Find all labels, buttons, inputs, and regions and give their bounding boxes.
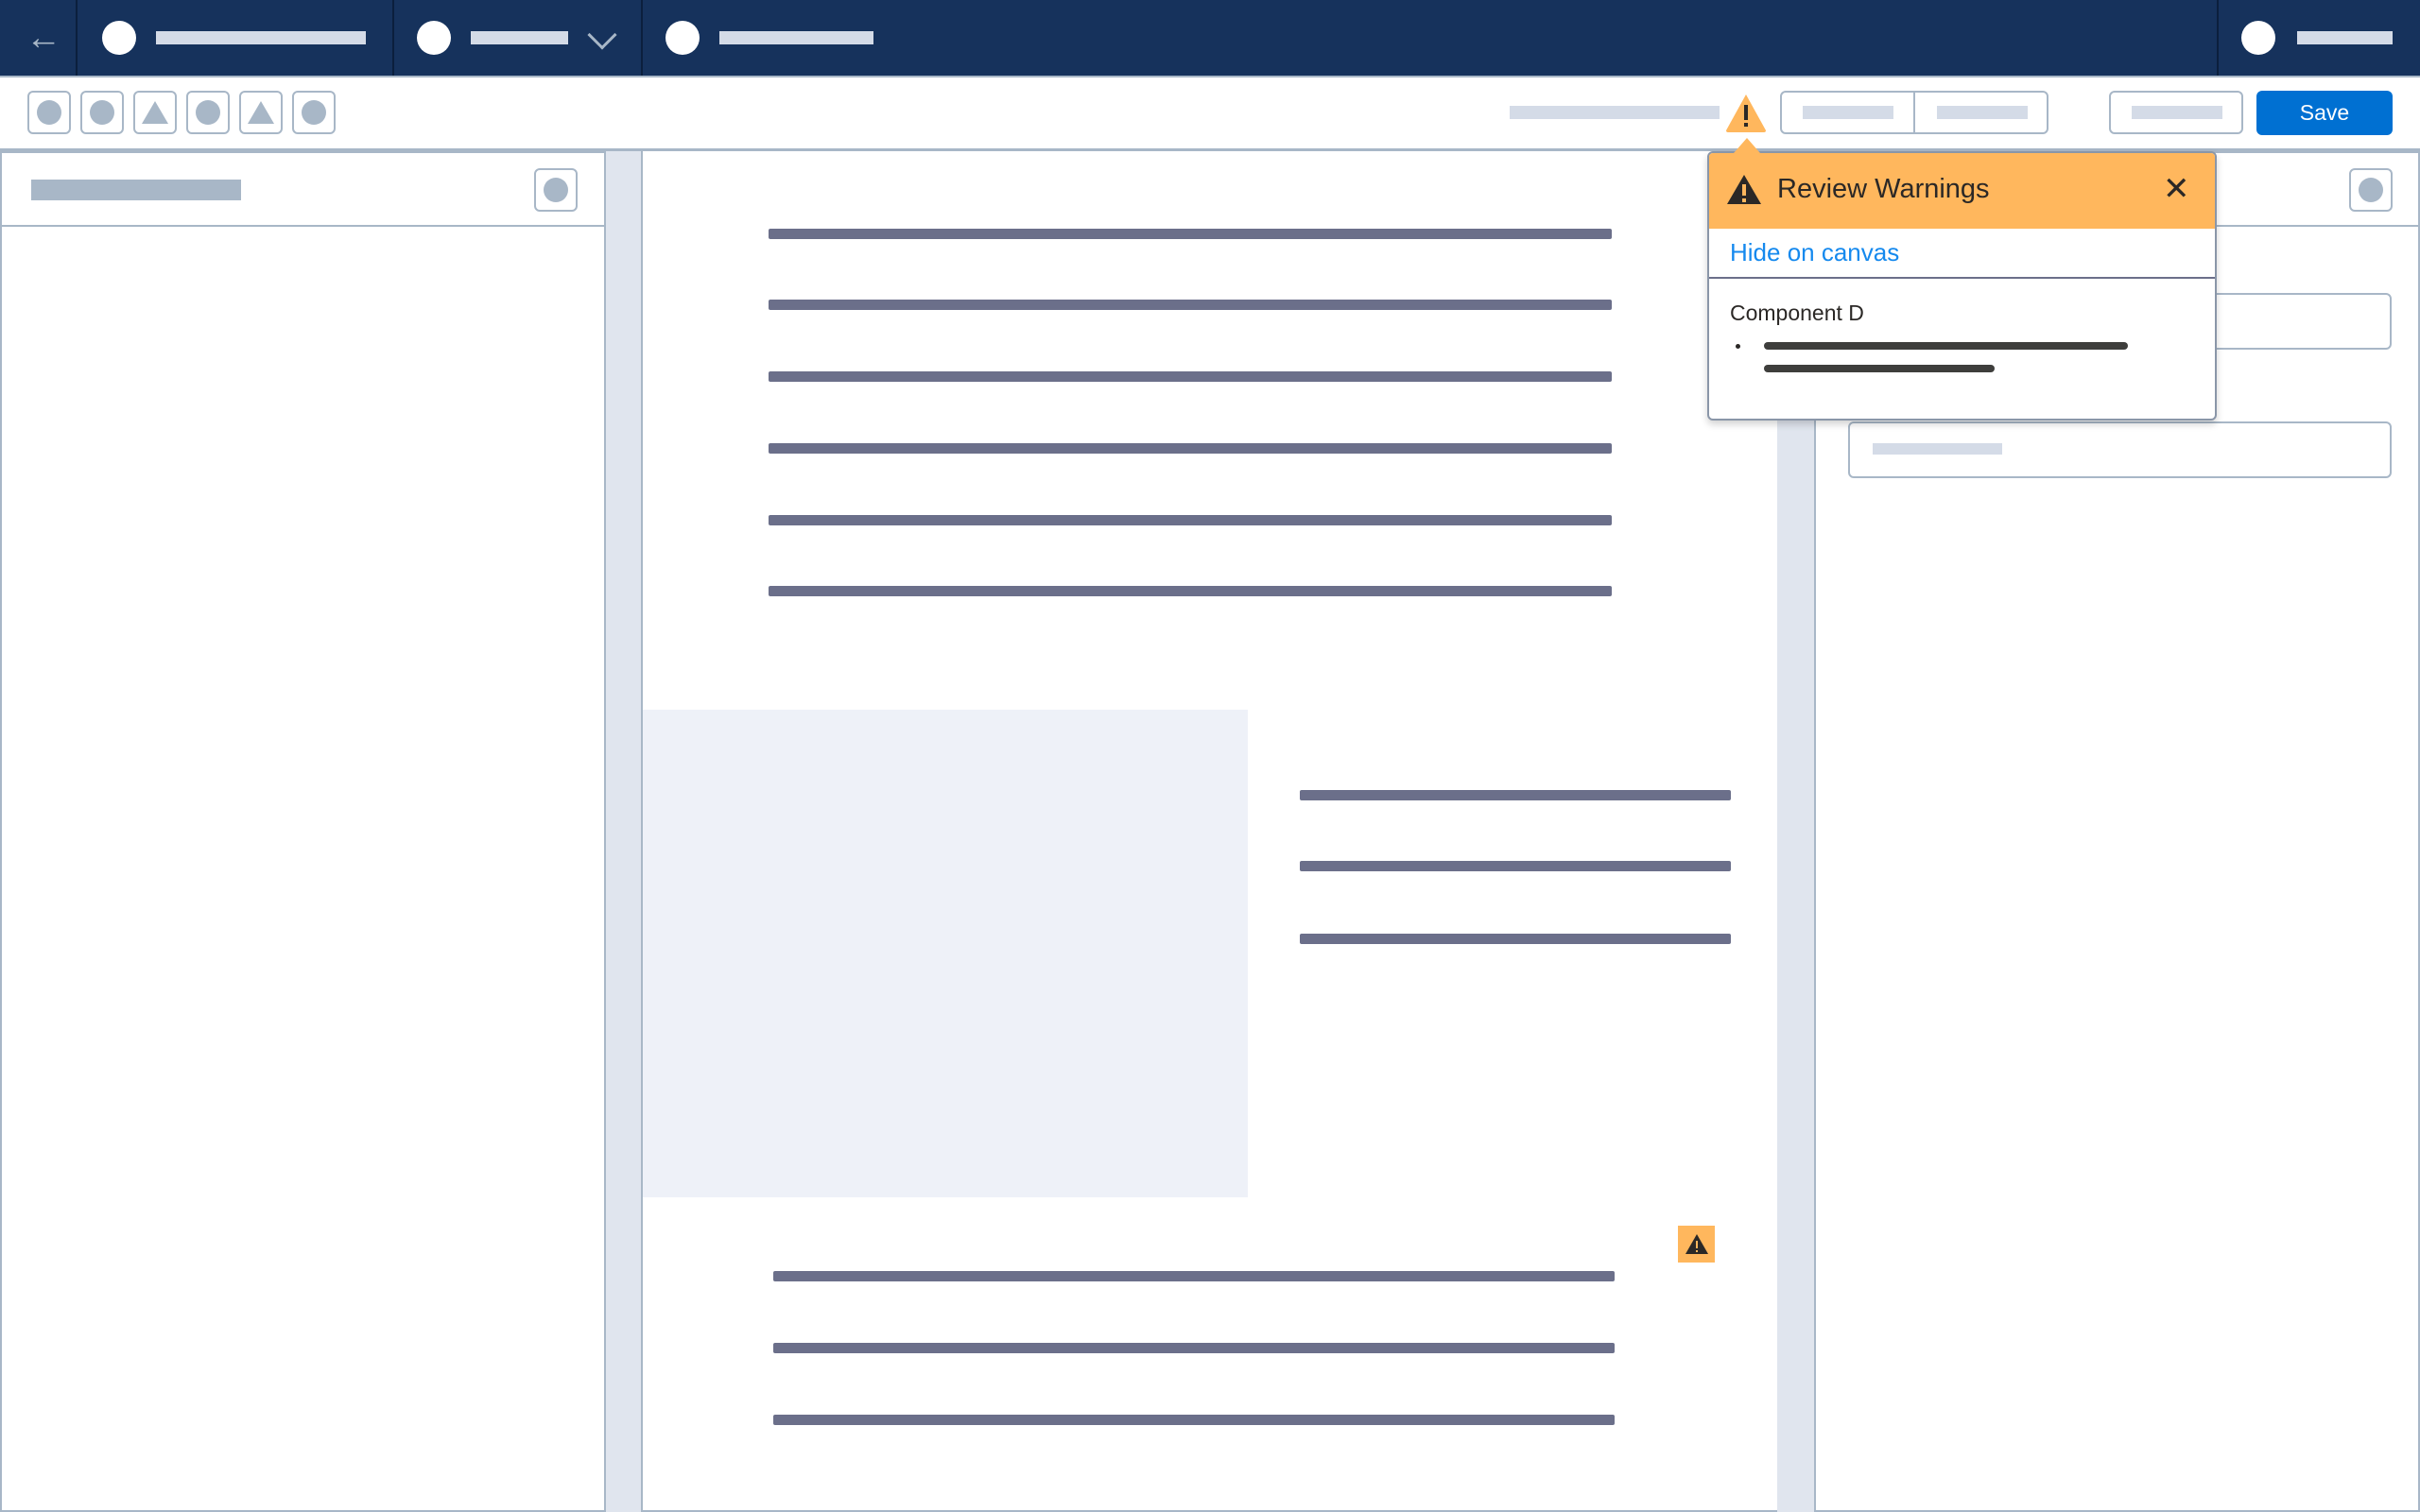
divider (76, 0, 78, 76)
back-arrow-icon[interactable]: ← (23, 17, 64, 59)
text-line (769, 515, 1612, 525)
panel-title-placeholder (31, 180, 241, 200)
tool-button-2[interactable] (80, 91, 124, 134)
circle-icon (90, 100, 114, 125)
text-line (1300, 934, 1731, 944)
text-line (1300, 790, 1731, 800)
text-line (769, 586, 1612, 596)
warning-message-placeholder (1764, 365, 1995, 372)
text-line (773, 1271, 1615, 1281)
toolbar (0, 76, 2420, 151)
chevron-down-icon[interactable] (587, 20, 617, 50)
property-input-2[interactable] (1848, 421, 2392, 478)
divider (2217, 0, 2219, 76)
text-line (773, 1415, 1615, 1425)
button-group-item-2[interactable] (1937, 106, 2028, 119)
warning-component-name: Component D (1730, 301, 1864, 325)
user-avatar[interactable] (2241, 21, 2275, 55)
nav-item-2-label[interactable] (471, 31, 568, 44)
text-line (769, 371, 1612, 382)
popover-nubbin (1734, 138, 1760, 153)
warning-icon (1727, 175, 1761, 204)
warning-icon (1685, 1233, 1708, 1254)
button-group (1780, 91, 2048, 134)
text-line (773, 1343, 1615, 1353)
image-placeholder[interactable] (643, 710, 1248, 1197)
canvas-gutter (606, 151, 643, 1512)
hide-on-canvas-link[interactable]: Hide on canvas (1730, 238, 1899, 267)
warning-message-placeholder (1764, 342, 2128, 350)
triangle-icon (248, 101, 274, 124)
circle-icon (37, 100, 61, 125)
tool-button-5[interactable] (239, 91, 283, 134)
popover-title: Review Warnings (1777, 174, 1990, 204)
text-line (769, 300, 1612, 310)
bullet (1736, 344, 1740, 349)
panel-action-button[interactable] (2349, 168, 2393, 212)
tool-button-6[interactable] (292, 91, 336, 134)
top-nav: ← (0, 0, 2420, 76)
tool-button-1[interactable] (27, 91, 71, 134)
review-warnings-popover: Review Warnings ✕ Hide on canvas Compone… (1707, 151, 2217, 421)
warning-icon[interactable] (1724, 93, 1768, 134)
popover-header: Review Warnings ✕ (1709, 153, 2215, 229)
close-icon[interactable]: ✕ (2163, 170, 2190, 208)
text-line (769, 443, 1612, 454)
circle-icon (196, 100, 220, 125)
save-button[interactable]: Save (2256, 91, 2393, 135)
nav-item-2-icon[interactable] (417, 21, 451, 55)
text-line (769, 229, 1612, 239)
nav-item-1-label[interactable] (156, 31, 366, 44)
user-label[interactable] (2297, 31, 2393, 44)
component-warning-badge[interactable] (1678, 1226, 1715, 1263)
left-panel (0, 151, 606, 1512)
tool-button-4[interactable] (186, 91, 230, 134)
status-text-placeholder (1510, 106, 1720, 119)
divider (641, 0, 643, 76)
button-group-item-1[interactable] (1803, 106, 1893, 119)
nav-item-3-icon[interactable] (666, 21, 700, 55)
tool-button-3[interactable] (133, 91, 177, 134)
text-line (1300, 861, 1731, 871)
nav-item-3-label[interactable] (719, 31, 873, 44)
triangle-icon (142, 101, 168, 124)
panel-action-button[interactable] (534, 168, 578, 212)
nav-item-1-icon[interactable] (102, 21, 136, 55)
circle-icon (302, 100, 326, 125)
secondary-button[interactable] (2109, 91, 2243, 134)
divider (392, 0, 394, 76)
